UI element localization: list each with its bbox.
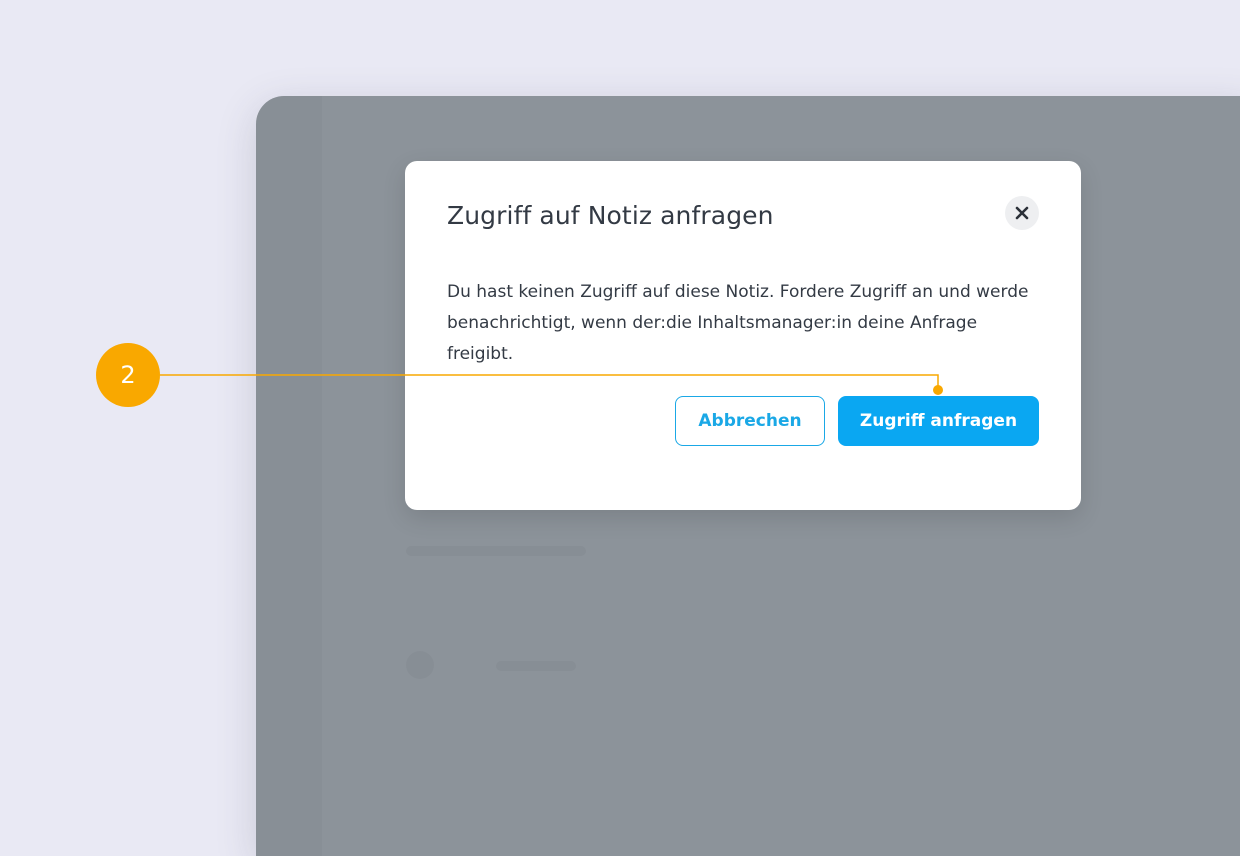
request-access-button[interactable]: Zugriff anfragen — [838, 396, 1039, 446]
close-icon — [1015, 206, 1029, 220]
dialog-title: Zugriff auf Notiz anfragen — [447, 201, 774, 230]
callout-number: 2 — [120, 361, 136, 389]
dialog-message: Du hast keinen Zugriff auf diese Notiz. … — [447, 282, 1029, 364]
background-placeholder — [406, 651, 434, 679]
background-placeholder — [496, 661, 576, 671]
app-sidebar — [256, 96, 322, 856]
callout-badge: 2 — [96, 343, 160, 407]
cancel-button[interactable]: Abbrechen — [675, 396, 825, 446]
background-placeholder — [406, 546, 586, 556]
request-access-dialog: Zugriff auf Notiz anfragen Du hast keine… — [405, 161, 1081, 510]
close-button[interactable] — [1005, 196, 1039, 230]
